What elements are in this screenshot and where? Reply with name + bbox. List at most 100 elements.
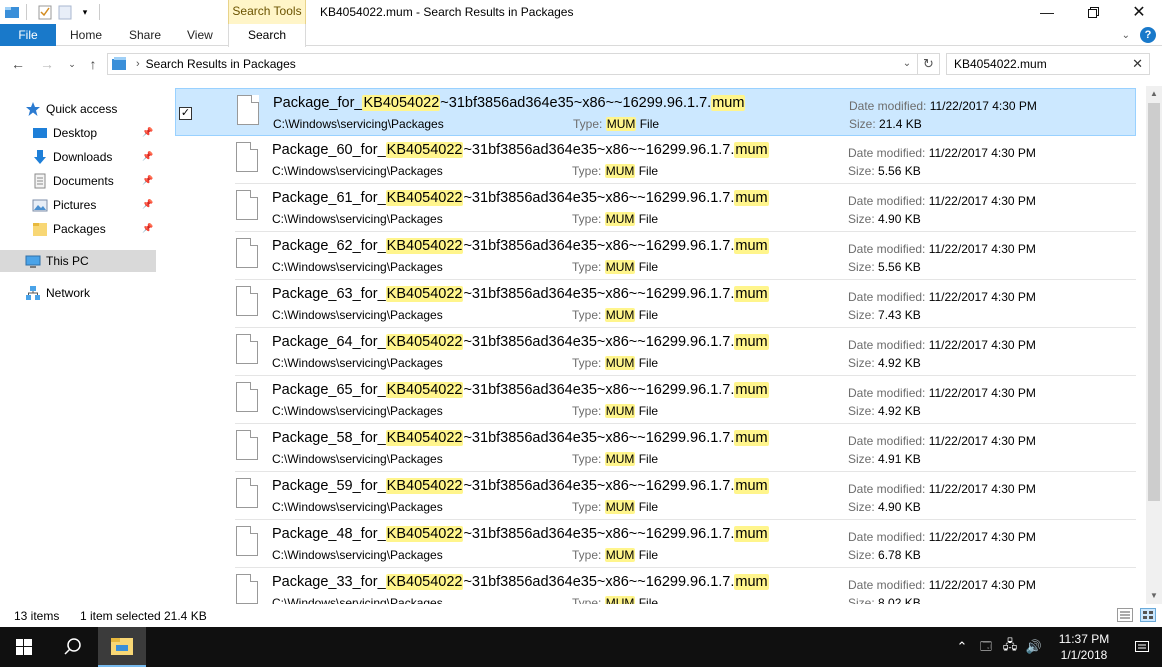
search-input-value[interactable]: KB4054022.mum [954,57,1047,71]
size-label: Size: [848,404,875,418]
pin-icon[interactable]: 📌 [142,223,153,233]
clear-search-icon[interactable]: ✕ [1132,54,1143,74]
volume-icon[interactable]: 🔊 [1022,639,1046,655]
pin-icon[interactable]: 📌 [142,151,153,161]
file-name[interactable]: Package_61_for_KB4054022~31bf3856ad364e3… [272,190,769,206]
file-name-kb-highlight: KB4054022 [385,286,464,302]
file-path: C:\Windows\servicing\Packages [272,596,443,604]
taskbar-file-explorer[interactable] [98,627,146,667]
maximize-button[interactable] [1070,0,1116,24]
tab-file[interactable]: File [0,24,56,46]
vertical-scrollbar[interactable]: ▲ ▼ [1146,86,1162,604]
file-type: Type: MUM File [572,212,658,226]
nav-item-desktop[interactable]: Desktop 📌 [0,122,156,144]
file-path: C:\Windows\servicing\Packages [272,308,443,322]
file-name[interactable]: Package_64_for_KB4054022~31bf3856ad364e3… [272,334,769,350]
file-path: C:\Windows\servicing\Packages [272,356,443,370]
result-row[interactable]: ✓ Package_for_KB4054022~31bf3856ad364e35~… [175,88,1136,136]
nav-label: Quick access [46,102,118,116]
action-center-button[interactable] [1122,627,1162,667]
result-row[interactable]: Package_62_for_KB4054022~31bf3856ad364e3… [175,232,1136,280]
breadcrumb[interactable]: Search Results in Packages [146,57,296,71]
tab-share[interactable]: Share [129,24,161,46]
pin-icon[interactable]: 📌 [142,127,153,137]
forward-button[interactable]: → [37,54,57,74]
scroll-thumb[interactable] [1148,103,1160,501]
size-label: Size: [848,308,875,322]
tab-view[interactable]: View [187,24,213,46]
result-row[interactable]: Package_48_for_KB4054022~31bf3856ad364e3… [175,520,1136,568]
show-hidden-icons-icon[interactable]: ⌃ [950,639,974,655]
scroll-down-icon[interactable]: ▼ [1146,588,1162,604]
tab-search[interactable]: Search [228,24,306,47]
type-rest: File [635,356,659,370]
scroll-up-icon[interactable]: ▲ [1146,86,1162,102]
large-icons-view-icon[interactable] [1140,608,1156,622]
search-tools-context-label: Search Tools [228,0,306,24]
file-date: Date modified: 11/22/2017 4:30 PM [848,338,1036,352]
result-row[interactable]: Package_63_for_KB4054022~31bf3856ad364e3… [175,280,1136,328]
nav-item-this-pc[interactable]: This PC [0,250,156,272]
ime-icon[interactable]: 🗔 [974,638,998,657]
result-row[interactable]: Package_59_for_KB4054022~31bf3856ad364e3… [175,472,1136,520]
minimize-button[interactable]: — [1024,0,1070,24]
type-highlight: MUM [604,404,636,418]
expand-ribbon-icon[interactable]: ⌄ [1122,30,1130,41]
nav-quick-access[interactable]: Quick access [0,98,156,120]
navigation-pane: Quick access Desktop 📌 Downloads 📌 Docum… [0,86,156,604]
explorer-icon[interactable] [4,4,20,20]
file-date: Date modified: 11/22/2017 4:30 PM [848,290,1036,304]
file-name[interactable]: Package_59_for_KB4054022~31bf3856ad364e3… [272,478,769,494]
close-button[interactable]: ✕ [1116,0,1162,24]
search-input[interactable]: KB4054022.mum ✕ [946,53,1150,75]
date-label: Date modified: [849,99,927,113]
network-status-icon[interactable]: 🖧 [998,636,1022,658]
file-icon [237,95,259,125]
nav-item-packages[interactable]: Packages 📌 [0,218,156,240]
help-icon[interactable]: ? [1140,27,1156,43]
result-row[interactable]: Package_60_for_KB4054022~31bf3856ad364e3… [175,136,1136,184]
file-name-kb-highlight: KB4054022 [385,382,464,398]
details-view-icon[interactable] [1117,608,1133,622]
file-name[interactable]: Package_62_for_KB4054022~31bf3856ad364e3… [272,238,769,254]
file-name[interactable]: Package_58_for_KB4054022~31bf3856ad364e3… [272,430,769,446]
file-name[interactable]: Package_60_for_KB4054022~31bf3856ad364e3… [272,142,769,158]
clock[interactable]: 11:37 PM 1/1/2018 [1046,631,1122,663]
file-name-prefix: Package_63_for_ [272,286,386,302]
pin-icon[interactable]: 📌 [142,199,153,209]
file-name[interactable]: Package_65_for_KB4054022~31bf3856ad364e3… [272,382,769,398]
nav-item-pictures[interactable]: Pictures 📌 [0,194,156,216]
file-name[interactable]: Package_33_for_KB4054022~31bf3856ad364e3… [272,574,769,590]
new-folder-icon[interactable] [57,4,73,20]
date-value: 11/22/2017 4:30 PM [928,530,1036,544]
address-dropdown-icon[interactable]: ⌄ [899,56,915,72]
date-label: Date modified: [848,386,926,400]
properties-icon[interactable] [37,4,53,20]
breadcrumb-chevron-icon[interactable]: › [136,58,140,70]
file-type: Type: MUM File [572,308,658,322]
nav-item-documents[interactable]: Documents 📌 [0,170,156,192]
download-icon [34,150,46,164]
tab-home[interactable]: Home [70,24,102,46]
file-name[interactable]: Package_for_KB4054022~31bf3856ad364e35~x… [273,95,746,111]
nav-item-downloads[interactable]: Downloads 📌 [0,146,156,168]
result-row[interactable]: Package_64_for_KB4054022~31bf3856ad364e3… [175,328,1136,376]
address-bar[interactable]: › Search Results in Packages ⌄ [107,53,918,75]
recent-locations-button[interactable]: ⌄ [62,54,82,74]
file-name[interactable]: Package_63_for_KB4054022~31bf3856ad364e3… [272,286,769,302]
start-button[interactable] [0,627,48,667]
refresh-button[interactable]: ↻ [918,53,940,75]
taskbar-search-button[interactable] [48,627,96,667]
pin-icon[interactable]: 📌 [142,175,153,185]
result-row[interactable]: Package_61_for_KB4054022~31bf3856ad364e3… [175,184,1136,232]
customize-qat-icon[interactable]: ▾ [77,4,93,20]
result-row[interactable]: Package_65_for_KB4054022~31bf3856ad364e3… [175,376,1136,424]
selection-checkbox[interactable]: ✓ [179,107,192,120]
file-name[interactable]: Package_48_for_KB4054022~31bf3856ad364e3… [272,526,769,542]
type-label: Type: [572,500,602,514]
result-row[interactable]: Package_58_for_KB4054022~31bf3856ad364e3… [175,424,1136,472]
nav-item-network[interactable]: Network [0,282,156,304]
up-button[interactable]: ↑ [83,54,103,74]
back-button[interactable]: ← [8,54,28,74]
result-row[interactable]: Package_33_for_KB4054022~31bf3856ad364e3… [175,568,1136,604]
